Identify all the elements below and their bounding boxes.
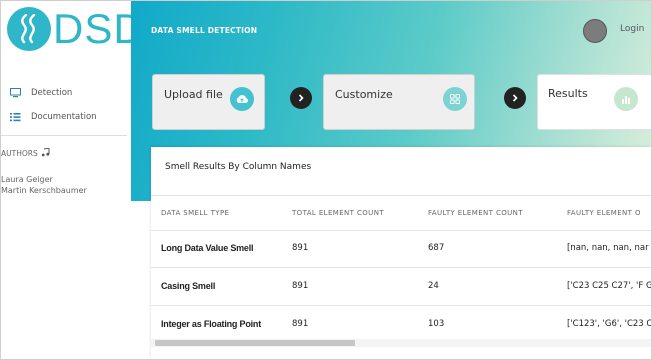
column-header[interactable]: FAULTY ELEMENT COUNT [428,209,523,217]
column-header[interactable]: TOTAL ELEMENT COUNT [292,209,384,217]
next-step-arrow-icon[interactable] [504,87,526,109]
page-title: DATA SMELL DETECTION [151,26,258,35]
faulty-elements-cell: ['C123', 'G6', 'C23 C [567,319,651,329]
scrollbar-thumb[interactable] [155,340,355,346]
smell-type-cell: Long Data Value Smell [161,243,254,253]
bar-chart-icon [614,87,638,111]
authors-list: Laura Geiger Martin Kerschbaumer [1,174,87,196]
step-label: Results [548,87,588,100]
card-title: Smell Results By Column Names [165,162,312,172]
authors-heading: AUTHORS [1,147,50,159]
total-count-cell: 891 [292,281,309,291]
next-step-arrow-icon[interactable] [290,87,312,109]
faulty-count-cell: 687 [428,243,445,253]
grid-icon [443,87,467,111]
table-row[interactable]: Long Data Value Smell 891 687 [nan, nan,… [151,230,651,268]
music-note-icon [41,147,50,159]
total-count-cell: 891 [292,319,309,329]
sidebar-item-label: Documentation [31,112,97,122]
logo[interactable]: DSD [7,5,145,53]
sidebar-item-label: Detection [31,88,73,98]
total-count-cell: 891 [292,243,309,253]
smoke-logo-icon [7,7,51,51]
sidebar-nav: Detection Documentation [9,81,129,129]
login-link[interactable]: Login [620,24,644,34]
faulty-elements-cell: [nan, nan, nan, nar [567,243,649,253]
sidebar-item-documentation[interactable]: Documentation [9,105,129,129]
horizontal-scrollbar[interactable] [151,339,651,347]
app-window: DSD Detection Documentation AUTHORS Laur… [0,0,652,360]
step-results[interactable]: Results [537,74,651,130]
step-label: Customize [335,88,393,101]
avatar[interactable] [583,19,607,43]
table-header: DATA SMELL TYPE TOTAL ELEMENT COUNT FAUL… [151,195,651,231]
cloud-upload-icon [230,87,254,111]
step-upload-file[interactable]: Upload file [152,74,265,130]
sidebar-item-detection[interactable]: Detection [9,81,129,105]
faulty-count-cell: 103 [428,319,445,329]
table-row[interactable]: Casing Smell 891 24 ['C23 C25 C27', 'F G [151,268,651,306]
column-header[interactable]: DATA SMELL TYPE [161,209,229,217]
sidebar: DSD Detection Documentation AUTHORS Laur… [1,1,144,359]
results-card: Smell Results By Column Names DATA SMELL… [151,147,651,359]
monitor-icon [9,87,21,99]
list-icon [9,111,21,123]
step-customize[interactable]: Customize [323,74,475,130]
smell-type-cell: Casing Smell [161,281,216,291]
column-header[interactable]: FAULTY ELEMENT O [567,209,651,217]
faulty-elements-cell: ['C23 C25 C27', 'F G [567,281,651,291]
smell-type-cell: Integer as Floating Point [161,319,262,329]
sidebar-divider [1,135,127,136]
author-name: Laura Geiger [1,175,53,184]
faulty-count-cell: 24 [428,281,439,291]
author-name: Martin Kerschbaumer [1,186,87,195]
step-label: Upload file [164,88,223,101]
